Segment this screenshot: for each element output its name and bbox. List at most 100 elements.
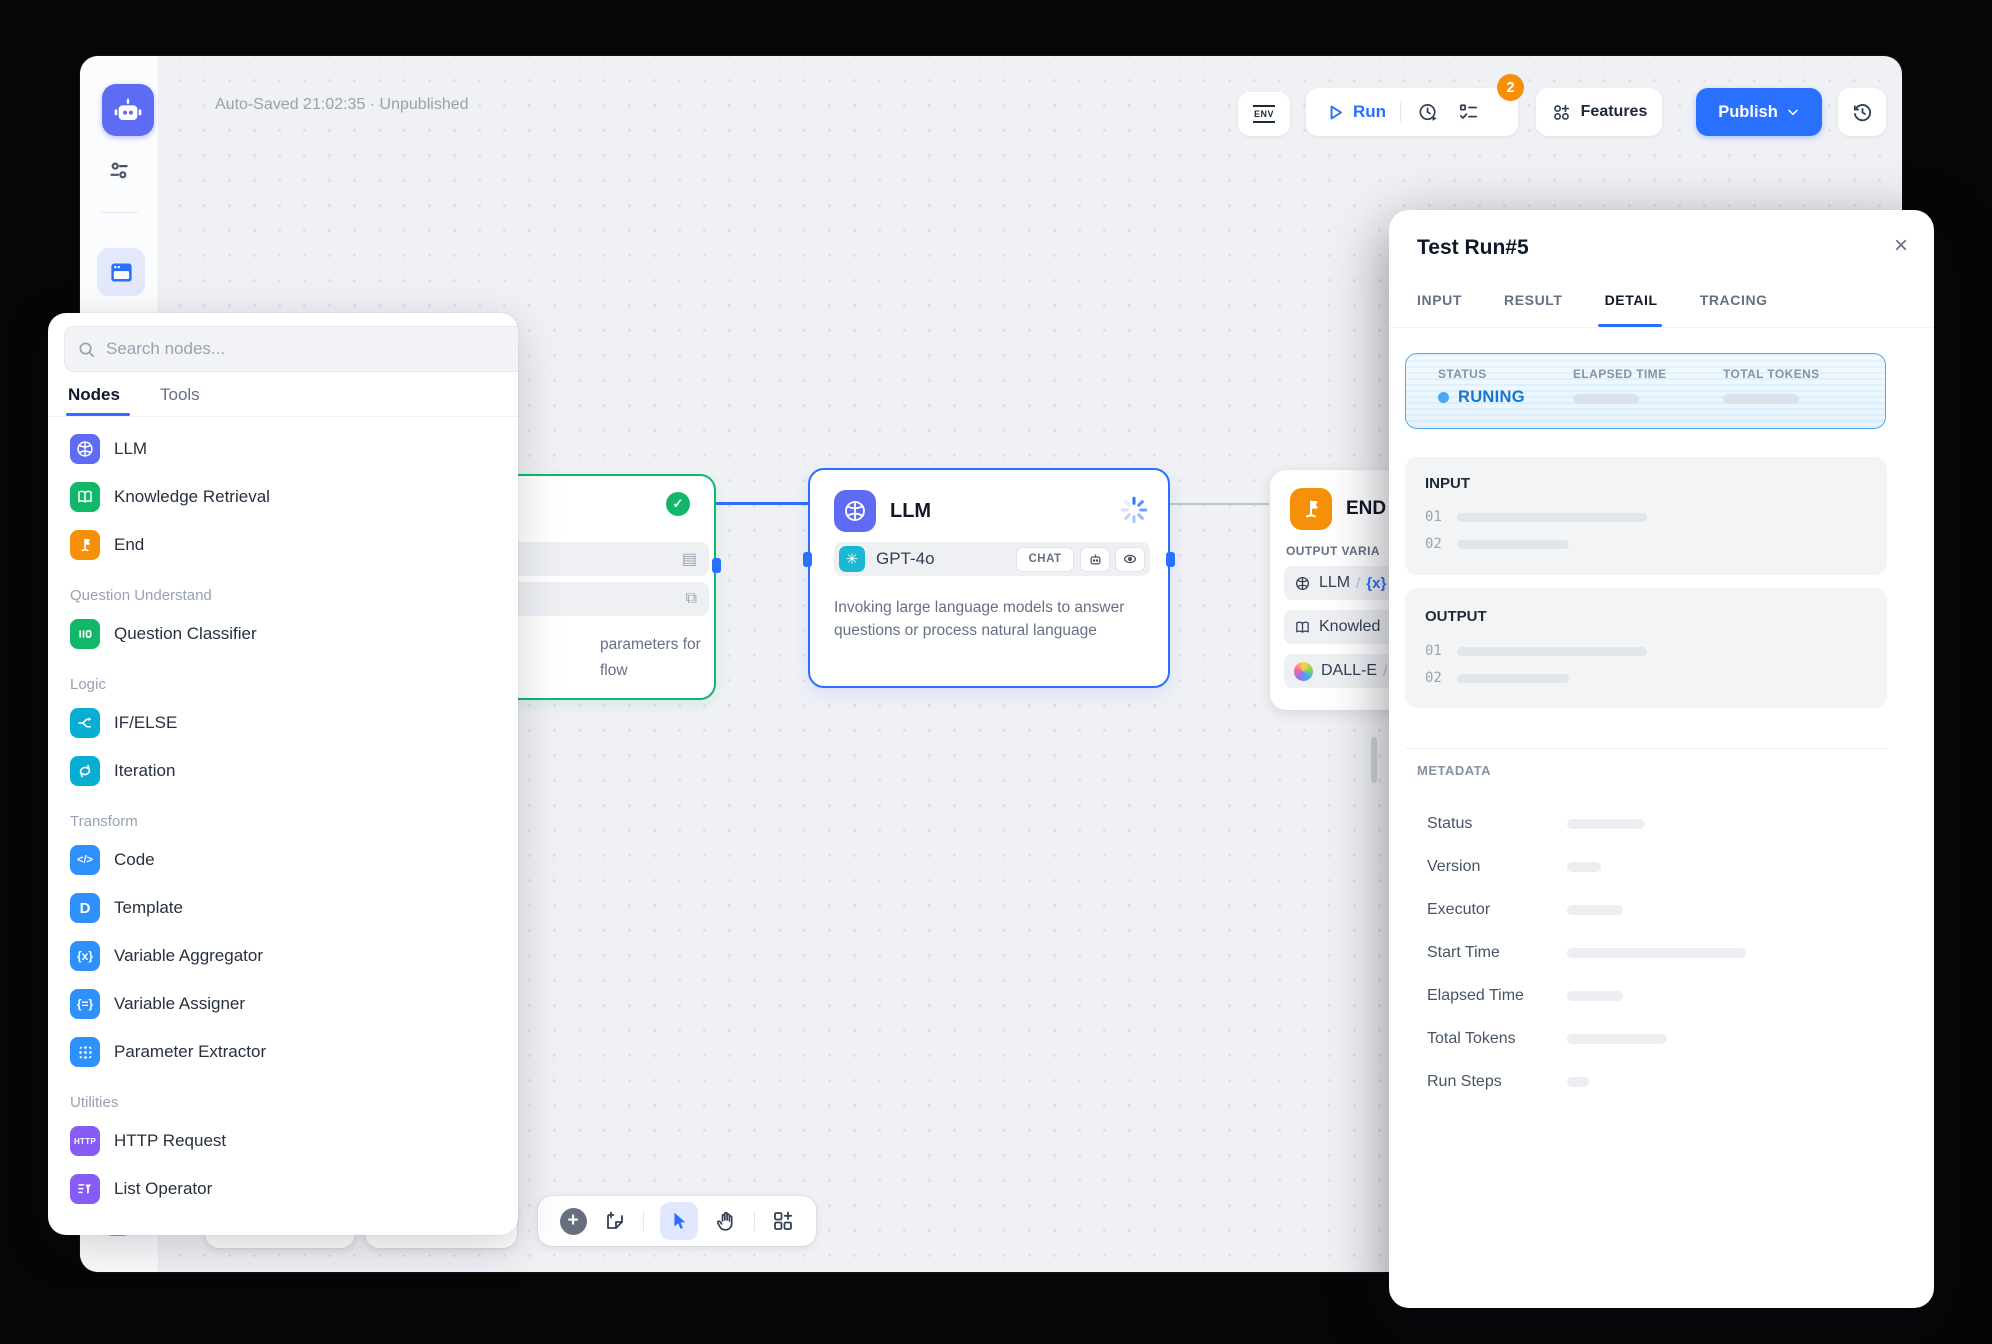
tab-tools[interactable]: Tools [160,385,200,405]
metadata-row-executor: Executor [1427,888,1897,931]
add-note-button[interactable] [603,1209,627,1233]
total-tokens-label: TOTAL TOKENS [1723,367,1820,381]
agent-badge-icon [1080,547,1110,572]
tab-detail[interactable]: DETAIL [1605,292,1658,308]
node-selector-panel: Search nodes... Nodes Tools LLM Knowledg… [48,313,518,1235]
version-history-button[interactable] [1838,88,1886,136]
run-button[interactable]: Run [1306,102,1400,122]
value-skeleton [1567,991,1623,1001]
tab-result[interactable]: RESULT [1504,292,1563,308]
publish-button[interactable]: Publish [1696,88,1822,136]
status-card: STATUS RUNING ELAPSED TIME TOTAL TOKENS [1405,353,1886,429]
pointer-tool-button[interactable] [660,1202,698,1240]
value-skeleton [1567,819,1645,829]
end-var-sep: / [1383,663,1387,680]
row-index: 01 [1425,643,1442,659]
vision-eye-badge-icon [1115,547,1145,572]
llm-node-description: Invoking large language models to answer… [834,596,1150,642]
node-item-parameter-extractor[interactable]: Parameter Extractor [62,1028,504,1076]
value-skeleton [1567,862,1601,872]
tabs-divider [48,416,518,417]
autosave-status: Auto-Saved 21:02:35 · Unpublished [215,96,469,114]
value-skeleton [1567,905,1623,915]
tab-nodes[interactable]: Nodes [68,385,120,405]
llm-mini-icon [1294,575,1311,592]
copy-icon: ⧉ [686,590,697,608]
node-item-variable-assigner[interactable]: {=} Variable Assigner [62,980,504,1028]
spinner-icon [1118,494,1150,526]
llm-node[interactable]: LLM ✳ GPT-4o CHAT [808,468,1170,688]
robot-icon [112,94,144,126]
search-input[interactable]: Search nodes... [64,326,518,372]
branch-icon [70,708,100,738]
metadata-divider [1405,748,1887,749]
elapsed-time-skeleton [1573,394,1639,404]
llm-node-output-handle[interactable] [1166,552,1175,567]
sidebar-divider [100,212,138,213]
features-button[interactable]: Features [1536,88,1662,136]
braces-x-icon: {x} [70,941,100,971]
workflow-tab-active[interactable] [97,248,145,296]
tab-tracing[interactable]: TRACING [1700,292,1768,308]
output-title: OUTPUT [1425,608,1487,625]
llm-node-input-handle[interactable] [803,552,812,567]
loop-icon [70,756,100,786]
chevron-down-icon [1786,105,1800,119]
start-node-output-handle[interactable] [712,558,721,573]
row-index: 01 [1425,509,1442,525]
node-item-variable-aggregator[interactable]: {x} Variable Aggregator [62,932,504,980]
document-icon: ▤ [682,549,697,569]
features-icon [1551,102,1572,123]
orchestrate-settings-icon[interactable] [106,158,132,184]
llm-node-icon [834,490,876,532]
section-question-understand: Question Understand [70,587,504,604]
book-mini-icon [1294,619,1311,636]
input-card: INPUT 01 02 [1405,457,1887,575]
add-node-button[interactable]: + [560,1208,587,1235]
toolbar-divider [643,1211,644,1231]
node-item-if-else[interactable]: IF/ELSE [62,699,504,747]
metadata-row-elapsed-time: Elapsed Time [1427,974,1897,1017]
node-item-list-operator[interactable]: List Operator [62,1165,504,1213]
funnel-icon [70,1174,100,1204]
hand-tool-button[interactable] [714,1209,738,1233]
node-item-http-request[interactable]: HTTP HTTP Request [62,1117,504,1165]
section-transform: Transform [70,813,504,830]
tabs-divider [1389,327,1934,328]
end-node-title: END [1346,498,1386,520]
checklist-icon[interactable] [1457,101,1480,124]
search-icon [77,340,96,359]
node-item-iteration[interactable]: Iteration [62,747,504,795]
node-item-question-classifier[interactable]: Question Classifier [62,610,504,658]
value-skeleton [1567,1034,1667,1044]
env-button[interactable]: ENV [1238,92,1290,136]
metadata-title: METADATA [1417,763,1491,778]
app-icon[interactable] [102,84,154,136]
active-tab-underline [1598,324,1662,327]
checklist-badge: 2 [1497,74,1524,101]
section-logic: Logic [70,676,504,693]
book-icon [70,482,100,512]
end-var-source: LLM [1319,574,1350,592]
output-card: OUTPUT 01 02 [1405,588,1887,708]
total-tokens-skeleton [1723,394,1799,404]
env-icon: ENV [1253,105,1275,123]
close-icon[interactable]: × [1894,234,1908,258]
test-run-panel: Test Run#5 × INPUT RESULT DETAIL TRACING… [1389,210,1934,1308]
node-item-template[interactable]: D Template [62,884,504,932]
panel-resize-handle[interactable] [1371,737,1377,783]
metadata-row-version: Version [1427,845,1897,888]
node-item-knowledge-retrieval[interactable]: Knowledge Retrieval [62,473,504,521]
edge-llm-to-end [1166,503,1272,505]
organize-nodes-button[interactable] [771,1209,795,1233]
llm-model-row[interactable]: ✳ GPT-4o CHAT [834,542,1150,576]
chat-mode-badge: CHAT [1016,547,1074,572]
node-item-end[interactable]: End [62,521,504,569]
code-icon: </> [70,845,100,875]
run-history-icon[interactable] [1417,101,1440,124]
node-item-llm[interactable]: LLM [62,425,504,473]
tab-input[interactable]: INPUT [1417,292,1462,308]
play-icon [1326,103,1345,122]
node-item-code[interactable]: </> Code [62,836,504,884]
running-dot-icon [1438,392,1449,403]
